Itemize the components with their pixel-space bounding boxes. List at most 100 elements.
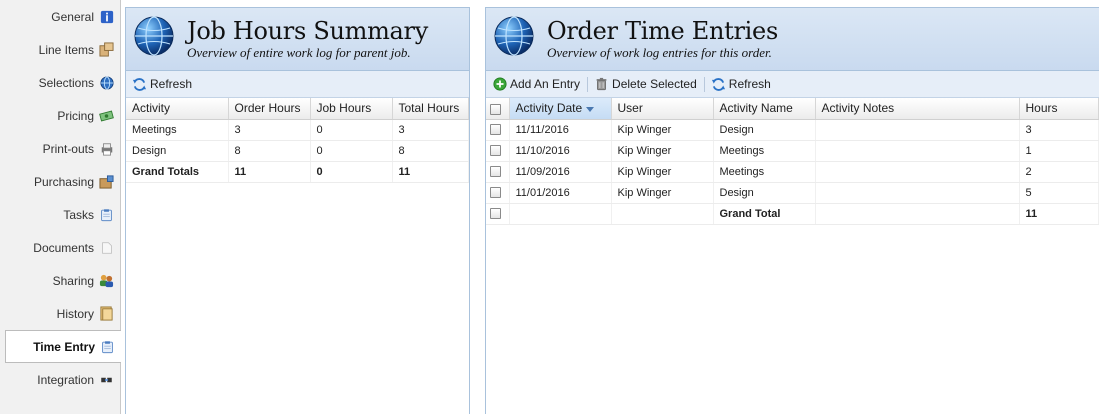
trash-icon xyxy=(594,77,609,92)
refresh-icon xyxy=(711,77,726,92)
refresh-label: Refresh xyxy=(150,77,193,91)
boxes-icon xyxy=(99,42,114,57)
column-header[interactable]: Activity Notes xyxy=(815,98,1020,120)
sidebar-item-time-entry[interactable]: Time Entry xyxy=(5,330,121,363)
plugin-icon xyxy=(99,372,114,387)
page-title: Job Hours Summary xyxy=(187,17,428,45)
toolbar-divider xyxy=(587,76,589,92)
activity-date-cell: 11/09/2016 xyxy=(509,161,612,183)
row-select-cell xyxy=(486,140,510,162)
sidebar-item-label: Selections xyxy=(38,75,94,90)
user-cell: Kip Winger xyxy=(611,119,714,141)
globe-icon xyxy=(99,75,114,90)
empty-cell xyxy=(509,203,612,225)
total-hours-cell: 8 xyxy=(392,140,469,162)
page-subtitle: Overview of work log entries for this or… xyxy=(547,45,772,60)
sidebar-item-label: Print-outs xyxy=(42,141,94,156)
column-header[interactable]: Activity xyxy=(126,98,229,120)
sidebar-item-general[interactable]: General xyxy=(0,0,120,33)
clipboard-icon xyxy=(100,339,115,354)
activity-cell: Meetings xyxy=(126,119,229,141)
total-hours-cell: 3 xyxy=(392,119,469,141)
row-checkbox[interactable] xyxy=(490,124,501,136)
globe-icon xyxy=(134,16,174,56)
table-row[interactable]: 11/10/2016 Kip Winger Meetings 1 xyxy=(486,140,1099,162)
table-row[interactable]: Meetings 3 0 3 xyxy=(126,119,469,141)
totals-order-hours: 11 xyxy=(228,161,311,183)
sidebar-item-label: History xyxy=(56,306,94,321)
sidebar-item-label: Purchasing xyxy=(33,174,94,189)
sidebar-item-purchasing[interactable]: Purchasing xyxy=(0,165,120,198)
totals-row: Grand Total 11 xyxy=(486,203,1099,225)
row-checkbox[interactable] xyxy=(490,187,501,199)
package-icon xyxy=(99,174,114,189)
column-header[interactable]: Hours xyxy=(1019,98,1099,120)
delete-selected-button[interactable]: Delete Selected xyxy=(594,77,697,92)
sidebar-item-tasks[interactable]: Tasks xyxy=(0,198,120,231)
add-entry-button[interactable]: Add An Entry xyxy=(492,77,580,92)
activity-notes-cell xyxy=(815,182,1020,204)
empty-cell xyxy=(611,203,714,225)
select-all-header xyxy=(486,98,510,120)
activity-name-cell: Meetings xyxy=(713,161,816,183)
row-checkbox[interactable] xyxy=(490,166,501,178)
sidebar-item-sharing[interactable]: Sharing xyxy=(0,264,120,297)
column-header[interactable]: User xyxy=(611,98,714,120)
sidebar-item-label: General xyxy=(51,9,94,24)
panel-header: Order Time Entries Overview of work log … xyxy=(486,8,1099,71)
sidebar-item-selections[interactable]: Selections xyxy=(0,66,120,99)
row-checkbox[interactable] xyxy=(490,208,501,220)
column-header[interactable]: Order Hours xyxy=(228,98,311,120)
user-cell: Kip Winger xyxy=(611,140,714,162)
hours-cell: 5 xyxy=(1019,182,1099,204)
sidebar-item-line-items[interactable]: Line Items xyxy=(0,33,120,66)
job-hours-table: Activity Order Hours Job Hours Total Hou… xyxy=(126,98,469,183)
table-row[interactable]: 11/11/2016 Kip Winger Design 3 xyxy=(486,119,1099,141)
column-header[interactable]: Activity Name xyxy=(713,98,816,120)
totals-total-hours: 11 xyxy=(392,161,469,183)
page-subtitle: Overview of entire work log for parent j… xyxy=(187,45,411,60)
refresh-icon xyxy=(132,77,147,92)
user-cell: Kip Winger xyxy=(611,182,714,204)
activity-date-cell: 11/10/2016 xyxy=(509,140,612,162)
activity-name-cell: Design xyxy=(713,119,816,141)
order-hours-cell: 8 xyxy=(228,140,311,162)
column-header[interactable]: Total Hours xyxy=(392,98,469,120)
sidebar-item-integration[interactable]: Integration xyxy=(0,363,120,396)
table-row[interactable]: 11/01/2016 Kip Winger Design 5 xyxy=(486,182,1099,204)
activity-date-cell: 11/01/2016 xyxy=(509,182,612,204)
printer-icon xyxy=(99,141,114,156)
sort-descending-icon xyxy=(586,106,595,112)
sidebar-item-documents[interactable]: Documents xyxy=(0,231,120,264)
row-select-cell xyxy=(486,182,510,204)
time-entries-table: Activity Date User Activity Name Activit… xyxy=(486,98,1099,225)
sidebar-item-history[interactable]: History xyxy=(0,297,120,330)
hours-cell: 3 xyxy=(1019,119,1099,141)
table-row[interactable]: 11/09/2016 Kip Winger Meetings 2 xyxy=(486,161,1099,183)
sidebar-item-print-outs[interactable]: Print-outs xyxy=(0,132,120,165)
refresh-button[interactable]: Refresh xyxy=(711,77,771,92)
row-checkbox[interactable] xyxy=(490,145,501,157)
document-icon xyxy=(99,240,114,255)
column-header-activity-date[interactable]: Activity Date xyxy=(509,98,612,120)
refresh-button[interactable]: Refresh xyxy=(132,77,192,92)
sidebar-item-label: Documents xyxy=(33,240,94,255)
table-row[interactable]: Design 8 0 8 xyxy=(126,140,469,162)
page-title: Order Time Entries xyxy=(547,17,778,45)
table-header-row: Activity Date User Activity Name Activit… xyxy=(486,98,1099,120)
select-all-checkbox[interactable] xyxy=(490,103,501,115)
order-time-entries-panel: Order Time Entries Overview of work log … xyxy=(485,7,1099,414)
column-header[interactable]: Job Hours xyxy=(310,98,393,120)
row-select-cell xyxy=(486,161,510,183)
sidebar-item-label: Sharing xyxy=(52,273,94,288)
row-select-cell xyxy=(486,119,510,141)
money-icon xyxy=(99,108,114,123)
sidebar: General Line Items Selections Pricing Print-… xyxy=(0,0,121,414)
job-hours-summary-panel: Job Hours Summary Overview of entire wor… xyxy=(125,7,470,414)
toolbar: Add An Entry Delete Selected Refresh xyxy=(486,71,1099,98)
activity-notes-cell xyxy=(815,119,1020,141)
sidebar-item-pricing[interactable]: Pricing xyxy=(0,99,120,132)
globe-icon xyxy=(494,16,534,56)
clipboard-icon xyxy=(99,207,114,222)
panel-header: Job Hours Summary Overview of entire wor… xyxy=(126,8,469,71)
